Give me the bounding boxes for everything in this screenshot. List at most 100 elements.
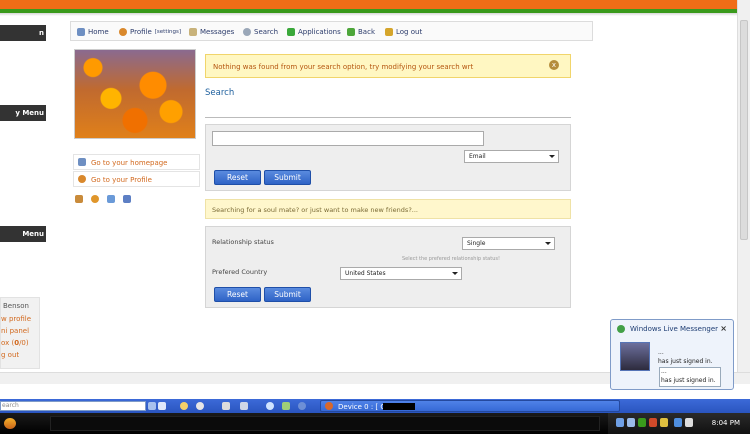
globe-icon[interactable] bbox=[266, 402, 274, 410]
profile-link[interactable]: Go to your Profile bbox=[73, 171, 200, 187]
app-icon-3[interactable] bbox=[222, 402, 230, 410]
nav-logout[interactable]: Log out bbox=[385, 28, 422, 36]
app-icon-4[interactable] bbox=[282, 402, 290, 410]
messenger-title: Windows Live Messenger bbox=[630, 325, 719, 333]
friends-icon[interactable] bbox=[75, 195, 83, 203]
user-name: Benson bbox=[3, 302, 29, 310]
nav-back-label: Back bbox=[358, 28, 375, 36]
chevron-down-icon bbox=[545, 242, 551, 245]
nav-profile[interactable]: Profile [settings] bbox=[119, 28, 181, 36]
nav-home[interactable]: Home bbox=[77, 28, 109, 36]
volume-icon[interactable] bbox=[627, 418, 635, 427]
advanced-submit-button[interactable]: Submit bbox=[264, 287, 311, 302]
messages-icon bbox=[189, 28, 197, 36]
info-note: Searching for a soul mate? or just want … bbox=[205, 199, 571, 219]
sidebar-header-main: n bbox=[0, 25, 46, 41]
admin-panel-link[interactable]: ni panel bbox=[1, 327, 29, 335]
nav-applications-label: Applications bbox=[298, 28, 341, 36]
nav-search-label: Search bbox=[254, 28, 279, 36]
advanced-reset-button[interactable]: Reset bbox=[214, 287, 261, 302]
nav-messages-label: Messages bbox=[200, 28, 235, 36]
view-profile-link[interactable]: w profile bbox=[1, 315, 31, 323]
tray-app-icon[interactable] bbox=[660, 418, 668, 427]
clock[interactable]: 8:04 PM bbox=[712, 419, 740, 427]
nav-applications[interactable]: Applications bbox=[287, 28, 341, 36]
nav-back[interactable]: Back bbox=[347, 28, 375, 36]
close-icon[interactable]: × bbox=[720, 324, 727, 333]
user-icon bbox=[78, 175, 86, 183]
options-icon[interactable] bbox=[158, 402, 166, 410]
alert-text: Nothing was found from your search optio… bbox=[213, 63, 474, 71]
display-icon[interactable] bbox=[674, 418, 682, 427]
flash-icon[interactable] bbox=[107, 195, 115, 203]
desktop-search-input[interactable]: earch bbox=[0, 401, 146, 411]
relationship-value: Single bbox=[467, 240, 486, 247]
search-input[interactable] bbox=[212, 131, 484, 146]
avatar bbox=[620, 342, 650, 371]
messenger-popup: ... has just signed in. bbox=[659, 367, 721, 387]
nav-logout-label: Log out bbox=[396, 28, 423, 36]
vertical-scrollbar[interactable] bbox=[737, 0, 750, 372]
search-icon bbox=[243, 28, 251, 36]
relationship-hint: Select the prefered relationship status! bbox=[402, 256, 500, 262]
system-tray: 8:04 PM bbox=[608, 413, 750, 434]
country-value: United States bbox=[345, 270, 386, 277]
page-title: Search bbox=[205, 88, 235, 98]
app-icon-1[interactable] bbox=[180, 402, 188, 410]
quick-launch-bar: earch Device 0 : [ G: ] bbox=[0, 399, 750, 413]
quick-icons bbox=[75, 195, 135, 204]
start-orb-icon[interactable] bbox=[4, 418, 16, 429]
search-field-select[interactable]: Email bbox=[464, 150, 559, 163]
redacted-bar bbox=[383, 403, 415, 410]
relationship-label: Relationship status bbox=[212, 238, 274, 246]
speaker-icon[interactable] bbox=[685, 418, 693, 427]
inbox-count-new: 0 bbox=[14, 339, 20, 347]
sidebar-header-my-menu: y Menu bbox=[0, 105, 46, 121]
inbox-link[interactable]: ox (0/0) bbox=[1, 339, 29, 347]
lock-icon bbox=[385, 28, 393, 36]
logout-link[interactable]: g out bbox=[1, 351, 19, 359]
nav-profile-settings[interactable]: [settings] bbox=[155, 29, 181, 35]
top-navigation: Home Profile [settings] Messages Search … bbox=[70, 21, 593, 41]
active-window-button[interactable] bbox=[50, 416, 600, 431]
chevron-down-icon bbox=[549, 155, 555, 158]
security-icon[interactable] bbox=[649, 418, 657, 427]
tools-icon[interactable] bbox=[240, 402, 248, 410]
help-icon[interactable] bbox=[298, 402, 306, 410]
country-label: Prefered Country bbox=[212, 268, 268, 276]
device-task-button[interactable]: Device 0 : [ G: ] bbox=[320, 400, 620, 412]
network-icon[interactable] bbox=[616, 418, 624, 427]
messenger-tray-icon[interactable] bbox=[638, 418, 646, 427]
basic-search-panel: Email Reset Submit bbox=[205, 124, 571, 191]
search-icon[interactable] bbox=[148, 402, 156, 410]
nav-search[interactable]: Search bbox=[243, 28, 278, 36]
reset-button[interactable]: Reset bbox=[214, 170, 261, 185]
relationship-select[interactable]: Single bbox=[462, 237, 555, 250]
group-icon[interactable] bbox=[123, 195, 131, 203]
smiley-icon[interactable] bbox=[91, 195, 99, 203]
messenger-line-2: has just signed in. bbox=[661, 377, 716, 384]
country-select[interactable]: United States bbox=[340, 267, 462, 280]
device-icon bbox=[325, 402, 333, 410]
close-icon[interactable]: x bbox=[549, 60, 559, 70]
submit-button[interactable]: Submit bbox=[264, 170, 311, 185]
messenger-dots-2: ... bbox=[661, 368, 667, 375]
nav-home-label: Home bbox=[88, 28, 109, 36]
taskbar: 8:04 PM bbox=[0, 413, 750, 434]
user-icon bbox=[119, 28, 127, 36]
nav-messages[interactable]: Messages bbox=[189, 28, 234, 36]
back-arrow-icon bbox=[347, 28, 355, 36]
divider bbox=[205, 117, 571, 118]
sidebar-header-menu: Menu bbox=[0, 226, 46, 242]
home-icon bbox=[78, 158, 86, 166]
home-icon bbox=[77, 28, 85, 36]
messenger-notification[interactable]: Windows Live Messenger × ... has just si… bbox=[610, 319, 734, 390]
nav-profile-label: Profile bbox=[130, 28, 152, 36]
user-panel: Benson w profile ni panel ox (0/0) g out bbox=[0, 297, 40, 369]
scrollbar-thumb[interactable] bbox=[740, 20, 748, 240]
app-icon-2[interactable] bbox=[196, 402, 204, 410]
plus-icon bbox=[287, 28, 295, 36]
homepage-link[interactable]: Go to your homepage bbox=[73, 154, 200, 170]
header-stripe-orange bbox=[0, 0, 750, 9]
advanced-search-panel: Relationship status Single Select the pr… bbox=[205, 226, 571, 308]
